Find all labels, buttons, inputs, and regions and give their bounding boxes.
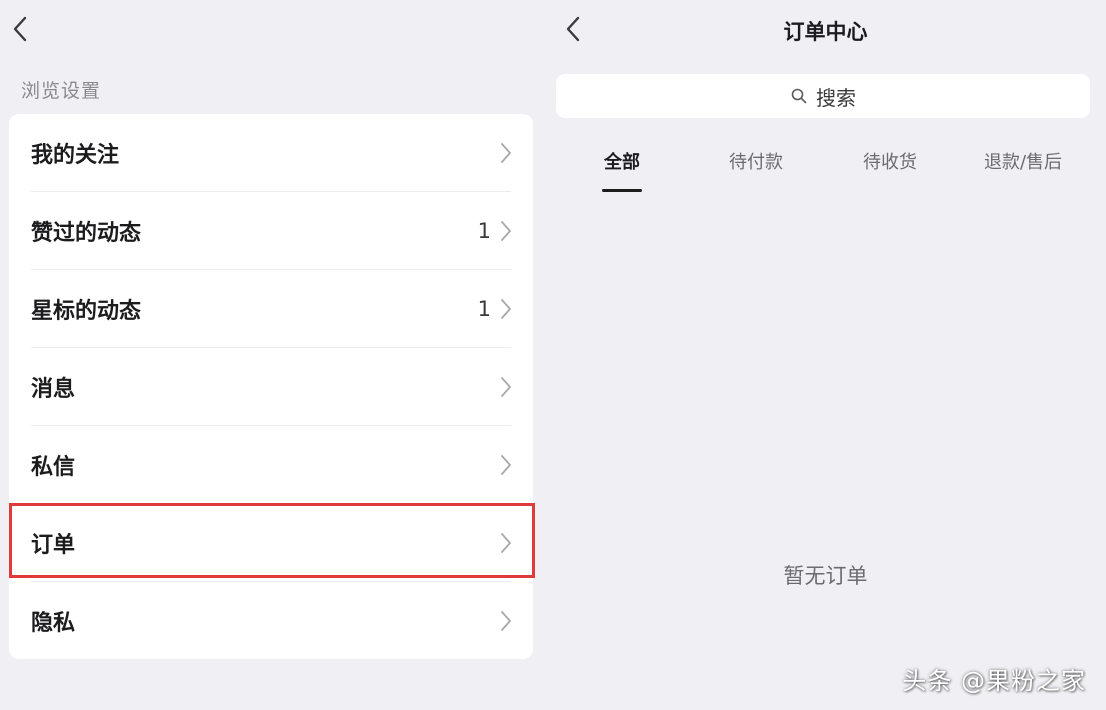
chevron-right-icon [499,298,513,320]
menu-item-starred-posts[interactable]: 星标的动态 1 [9,270,533,348]
menu-item-label: 隐私 [31,611,76,636]
settings-panel: 浏览设置 我的关注 赞过的动态 1 星标的动态 1 消息 私信 订单 隐私 [0,0,545,710]
menu-item-label: 私信 [31,455,76,480]
tab-all[interactable]: 全部 [567,148,677,174]
section-title: 浏览设置 [21,80,102,102]
menu-item-label: 消息 [31,377,76,402]
tab-pending-receipt[interactable]: 待收货 [835,148,945,174]
menu-item-privacy[interactable]: 隐私 [9,582,533,659]
menu-item-liked-posts[interactable]: 赞过的动态 1 [9,192,533,270]
screen: 浏览设置 我的关注 赞过的动态 1 星标的动态 1 消息 私信 订单 隐私 订单… [0,0,1106,710]
menu-item-label: 星标的动态 [31,299,142,324]
empty-state-message: 暂无订单 [783,564,868,588]
search-input[interactable]: 搜索 [556,74,1090,118]
menu-item-label: 我的关注 [31,143,120,168]
count-badge: 1 [477,297,491,321]
chevron-left-icon [13,16,27,42]
chevron-right-icon [499,142,513,164]
chevron-right-icon [499,376,513,398]
order-tabs: 全部 待付款 待收货 退款/售后 [545,140,1106,200]
back-button[interactable] [6,12,34,46]
menu-item-label: 订单 [31,533,76,558]
settings-menu: 我的关注 赞过的动态 1 星标的动态 1 消息 私信 订单 隐私 [9,114,533,659]
count-badge: 1 [477,219,491,243]
chevron-right-icon [499,532,513,554]
chevron-right-icon [499,220,513,242]
search-icon [790,87,808,105]
search-placeholder: 搜索 [816,85,856,110]
menu-item-label: 赞过的动态 [31,221,142,246]
menu-item-private-messages[interactable]: 私信 [9,426,533,504]
menu-item-messages[interactable]: 消息 [9,348,533,426]
chevron-right-icon [499,610,513,632]
order-center-panel: 订单中心 搜索 全部 待付款 待收货 退款/售后 暂无订单 头条 @果粉之家 [545,0,1106,710]
menu-item-orders[interactable]: 订单 [9,504,533,582]
watermark: 头条 @果粉之家 [902,667,1086,695]
tab-refund-after-sale[interactable]: 退款/售后 [968,148,1078,174]
tab-pending-payment[interactable]: 待付款 [701,148,811,174]
chevron-right-icon [499,454,513,476]
page-title: 订单中心 [783,20,868,44]
active-tab-indicator [602,189,642,192]
menu-item-following[interactable]: 我的关注 [9,114,533,192]
